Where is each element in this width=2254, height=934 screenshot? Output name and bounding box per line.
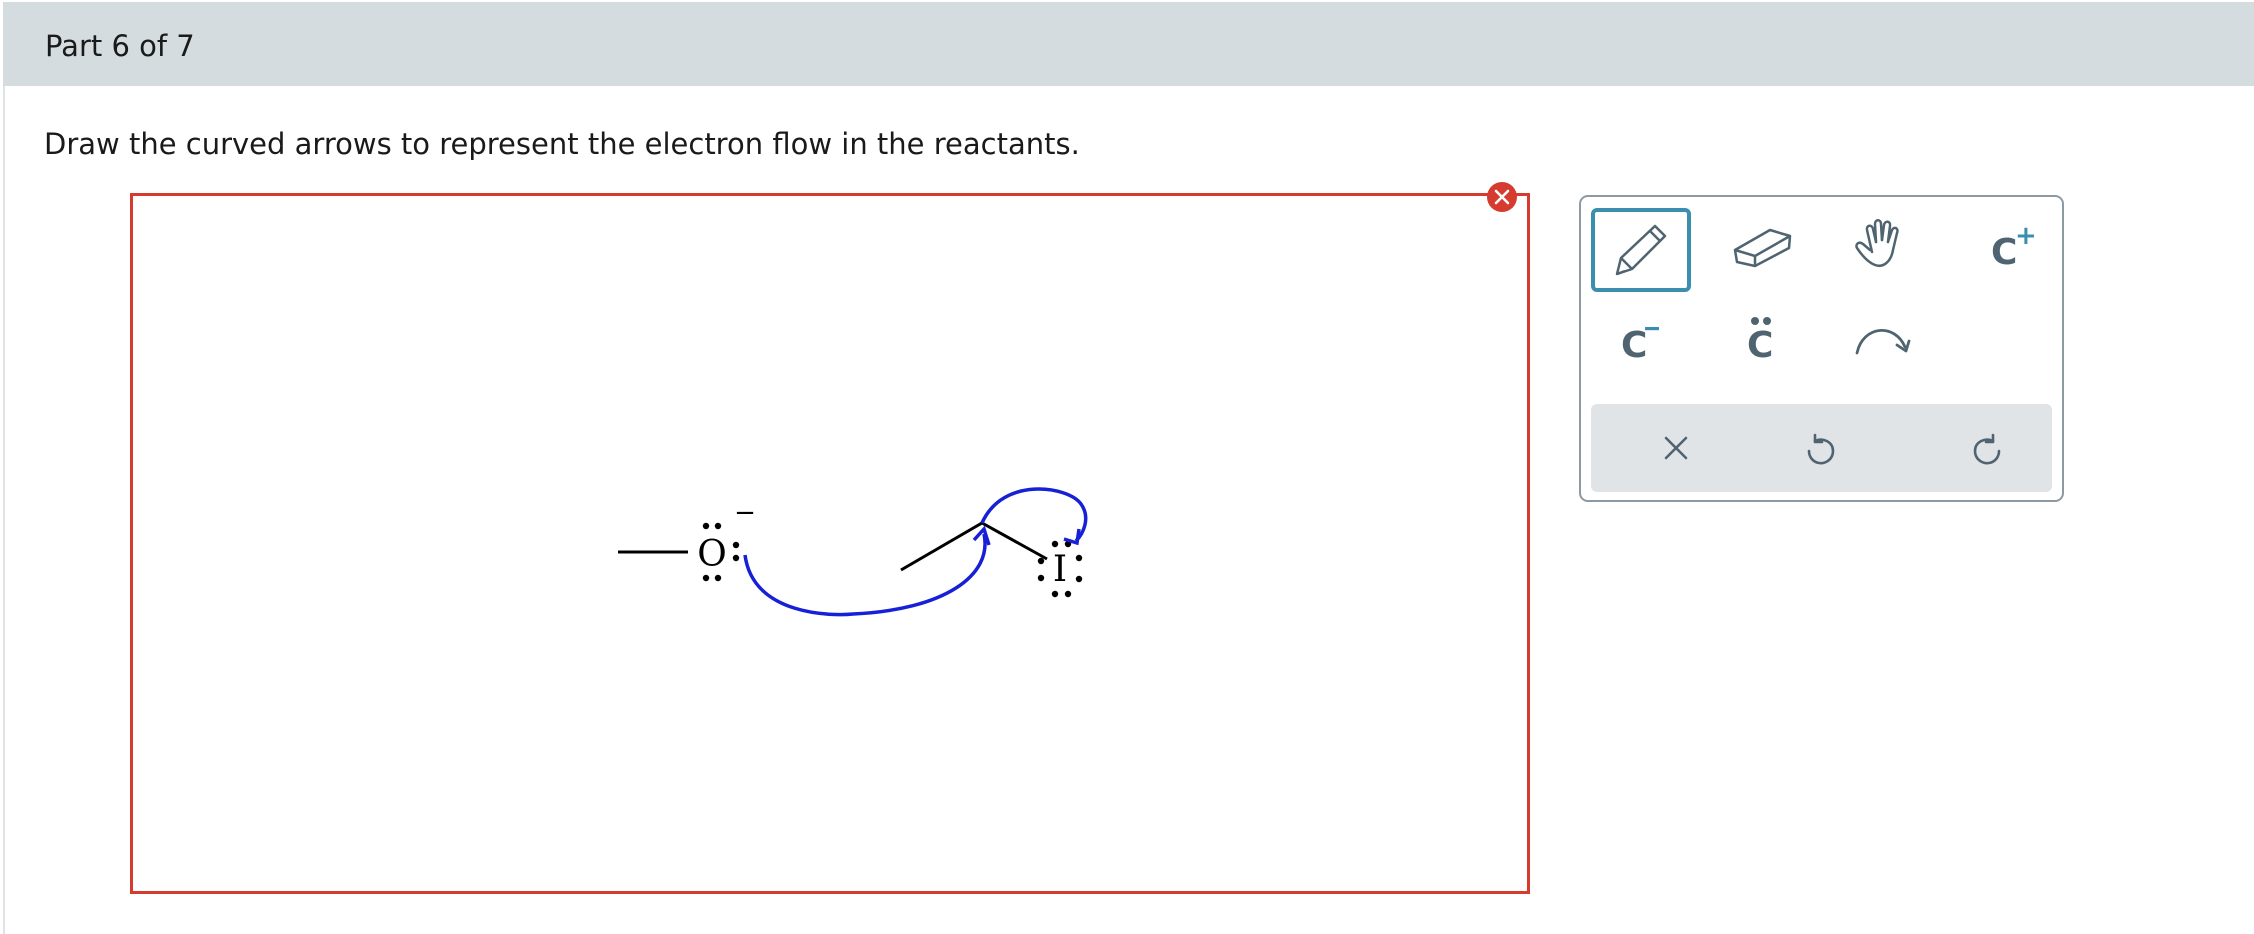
arrowhead-bond-to-i <box>1063 528 1081 546</box>
pencil-tool-button[interactable] <box>1591 208 1691 292</box>
question-prompt: Draw the curved arrows to represent the … <box>44 127 1080 161</box>
clear-button[interactable] <box>1646 418 1706 478</box>
carbanion-icon: C <box>1621 325 1659 366</box>
svg-text:C: C <box>1747 325 1773 366</box>
oxygen-atom[interactable]: O <box>697 534 727 575</box>
curved-arrow-o-to-c[interactable] <box>743 533 987 617</box>
carbocation-icon: C + <box>1991 221 2037 273</box>
part-title: Part 6 of 7 <box>45 29 195 63</box>
hand-icon <box>1855 219 1899 267</box>
tool-palette: C + C C <box>1579 195 2064 502</box>
canvas-error-close-button[interactable] <box>1487 182 1517 212</box>
carbanion-tool-button[interactable]: C <box>1591 301 1691 385</box>
close-icon <box>1494 189 1510 205</box>
undo-button[interactable] <box>1791 418 1851 478</box>
redo-button[interactable] <box>1957 418 2017 478</box>
arrowhead-o-to-c <box>972 525 991 546</box>
curved-arrow-tool-button[interactable] <box>1839 301 1939 385</box>
iodine-atom[interactable]: I <box>1053 549 1067 590</box>
ethyl-bonds <box>900 521 1048 572</box>
hand-tool-button[interactable] <box>1839 208 1939 292</box>
svg-text:C: C <box>1621 325 1647 366</box>
redo-icon <box>1973 433 2001 465</box>
lone-pair-tool-button[interactable]: C <box>1715 301 1815 385</box>
action-bar <box>1591 404 2052 492</box>
carbocation-tool-button[interactable]: C + <box>1963 208 2063 292</box>
svg-text:C: C <box>1991 232 2017 273</box>
clear-icon <box>1664 436 1688 460</box>
undo-icon <box>1807 433 1835 465</box>
svg-text:+: + <box>2015 221 2037 251</box>
drawing-canvas[interactable]: O − I <box>130 193 1530 894</box>
pencil-icon <box>1615 224 1667 276</box>
eraser-icon <box>1733 228 1792 268</box>
molecule-drawing: O − I <box>618 487 1088 617</box>
eraser-tool-button[interactable] <box>1715 208 1815 292</box>
oxygen-charge: − <box>734 498 756 528</box>
part-header: Part 6 of 7 <box>3 2 2254 86</box>
curved-arrow-icon <box>1855 329 1911 355</box>
lone-pair-icon: C <box>1747 317 1773 366</box>
